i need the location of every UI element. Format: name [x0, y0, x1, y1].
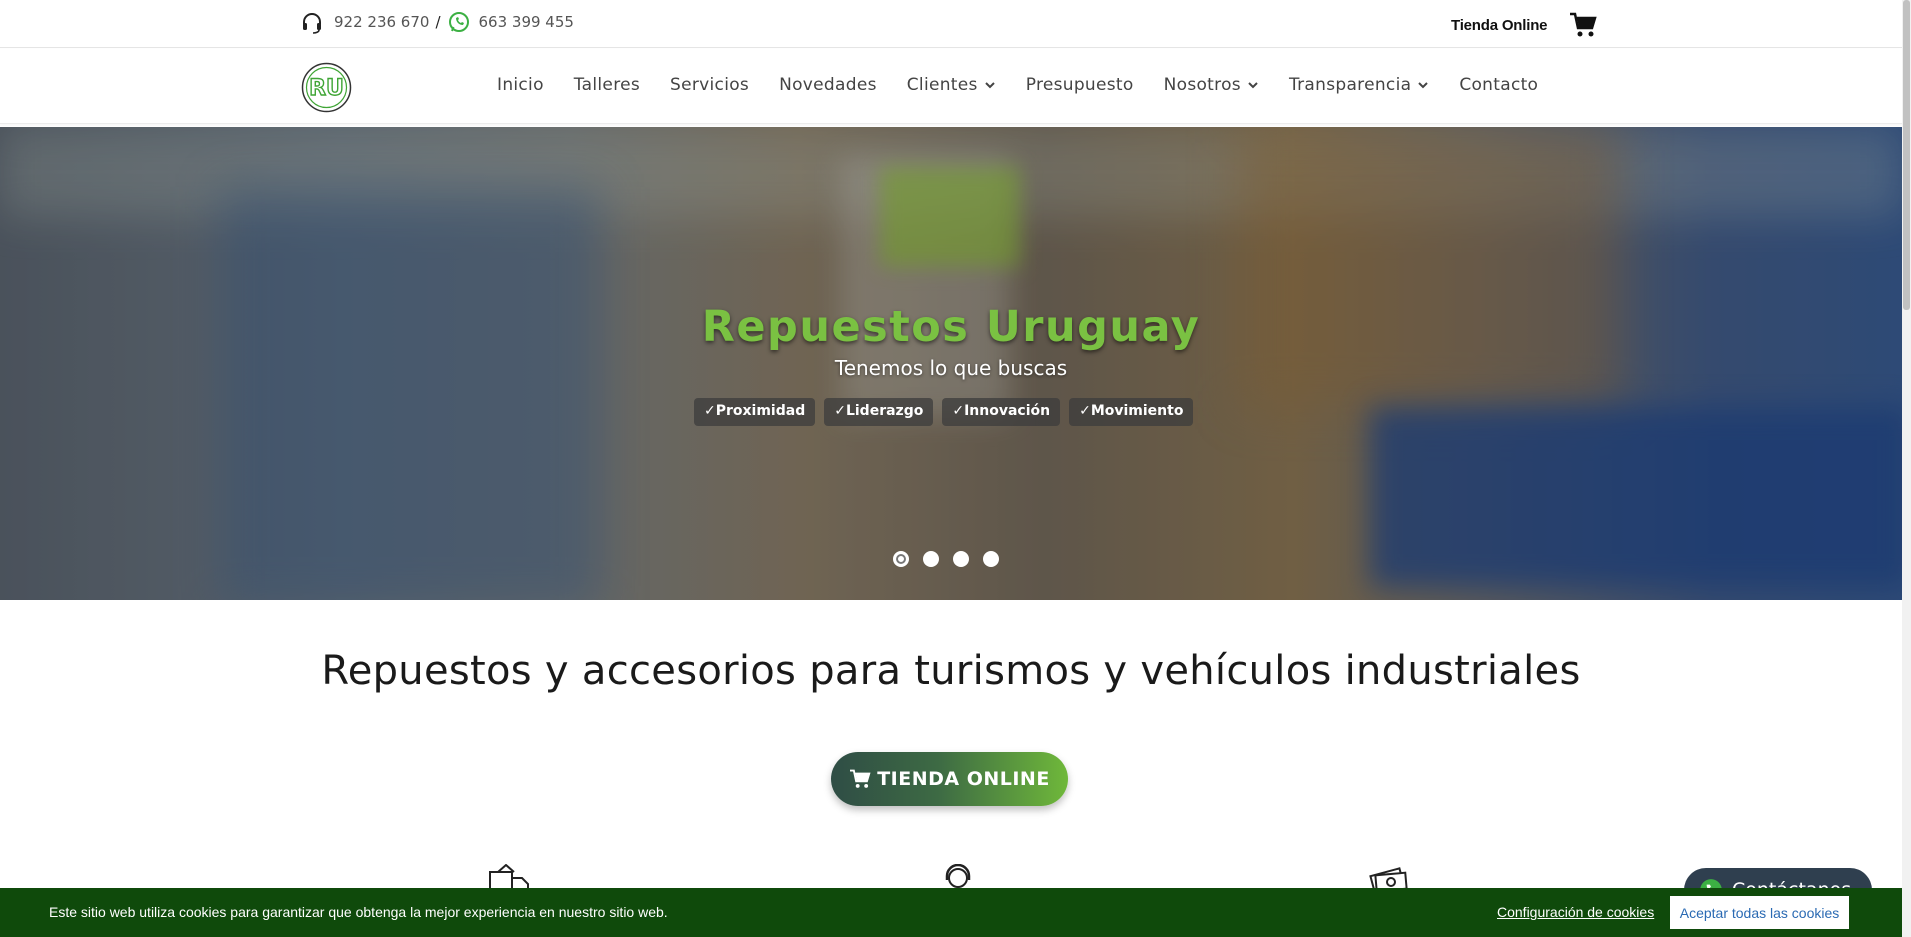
nav-item-label[interactable]: Novedades: [779, 75, 877, 95]
whatsapp-number[interactable]: 663 399 455: [479, 13, 574, 31]
nav-item-label[interactable]: Servicios: [670, 75, 749, 95]
badge-proximidad: ✓Proximidad: [694, 398, 816, 426]
page-scrollbar[interactable]: [1902, 0, 1911, 937]
nav-item-clientes[interactable]: Clientes: [907, 75, 996, 95]
hero-title: Repuestos Uruguay: [701, 302, 1201, 352]
chevron-down-icon: [1248, 82, 1258, 89]
nav-item-label[interactable]: Clientes: [907, 75, 978, 95]
contact-separator: /: [435, 13, 441, 31]
top-bar: 922 236 670 / 663 399 455 Tienda Online: [0, 0, 1902, 48]
chevron-down-icon: [1418, 82, 1429, 89]
nav-item-presupuesto[interactable]: Presupuesto: [1026, 75, 1134, 95]
cookie-message: Este sitio web utiliza cookies para gara…: [49, 904, 668, 920]
slide-dot-1[interactable]: [893, 551, 909, 567]
phone-number[interactable]: 922 236 670: [334, 13, 429, 31]
cookie-banner: Este sitio web utiliza cookies para gara…: [0, 888, 1911, 937]
cart-icon: [850, 769, 871, 788]
nav-item-servicios[interactable]: Servicios: [670, 75, 749, 95]
nav-item-label[interactable]: Inicio: [497, 75, 544, 95]
online-shop-button[interactable]: TIENDA ONLINE: [831, 752, 1068, 806]
scrollbar-thumb[interactable]: [1903, 0, 1910, 310]
main-navigation: RU Inicio Talleres Servicios Novedades Clien…: [0, 49, 1902, 124]
nav-item-novedades[interactable]: Novedades: [779, 75, 877, 95]
nav-item-label[interactable]: Talleres: [574, 75, 640, 95]
online-shop-link[interactable]: Tienda Online: [1451, 12, 1597, 38]
nav-item-label[interactable]: Contacto: [1459, 75, 1538, 95]
nav-item-label[interactable]: Nosotros: [1164, 75, 1241, 95]
badge-liderazgo: ✓Liderazgo: [824, 398, 934, 426]
slide-dot-3[interactable]: [953, 551, 969, 567]
hero-slider: Repuestos Uruguay Tenemos lo que buscas …: [0, 127, 1902, 600]
badge-innovacion: ✓Innovación: [942, 398, 1061, 426]
support-icon: [945, 864, 971, 888]
nav-item-contacto[interactable]: Contacto: [1459, 75, 1538, 95]
nav-item-inicio[interactable]: Inicio: [497, 75, 544, 95]
online-shop-label[interactable]: Tienda Online: [1451, 17, 1548, 34]
nav-item-nosotros[interactable]: Nosotros: [1164, 75, 1259, 95]
page-headline: Repuestos y accesorios para turismos y v…: [321, 648, 1581, 694]
slider-dots: [893, 551, 1013, 567]
online-shop-button-label[interactable]: TIENDA ONLINE: [877, 768, 1050, 790]
money-icon: [1369, 867, 1408, 890]
cookie-settings-link[interactable]: Configuración de cookies: [1497, 904, 1654, 920]
chevron-down-icon: [984, 82, 995, 89]
accept-cookies-button[interactable]: Aceptar todas las cookies: [1670, 896, 1849, 929]
logo[interactable]: RU: [301, 62, 352, 113]
nav-menu: Inicio Talleres Servicios Novedades Clientes…: [497, 75, 1568, 95]
nav-item-label[interactable]: Presupuesto: [1026, 75, 1134, 95]
delivery-icon: [489, 864, 529, 890]
slide-dot-2[interactable]: [923, 551, 939, 567]
headset-icon: [303, 13, 321, 34]
logo-text: RU: [309, 76, 344, 101]
nav-item-transparencia[interactable]: Transparencia: [1289, 75, 1429, 95]
nav-item-label[interactable]: Transparencia: [1289, 75, 1411, 95]
cart-icon[interactable]: [1569, 12, 1597, 38]
nav-item-talleres[interactable]: Talleres: [574, 75, 640, 95]
hero-subtitle: Tenemos lo que buscas: [834, 356, 1068, 380]
hero-badges: ✓Proximidad ✓Liderazgo ✓Innovación ✓Movi…: [694, 398, 1202, 426]
badge-movimiento: ✓Movimiento: [1069, 398, 1194, 426]
slide-dot-4[interactable]: [983, 551, 999, 567]
contact-info: 922 236 670 / 663 399 455: [300, 10, 574, 34]
whatsapp-icon: [448, 12, 469, 32]
